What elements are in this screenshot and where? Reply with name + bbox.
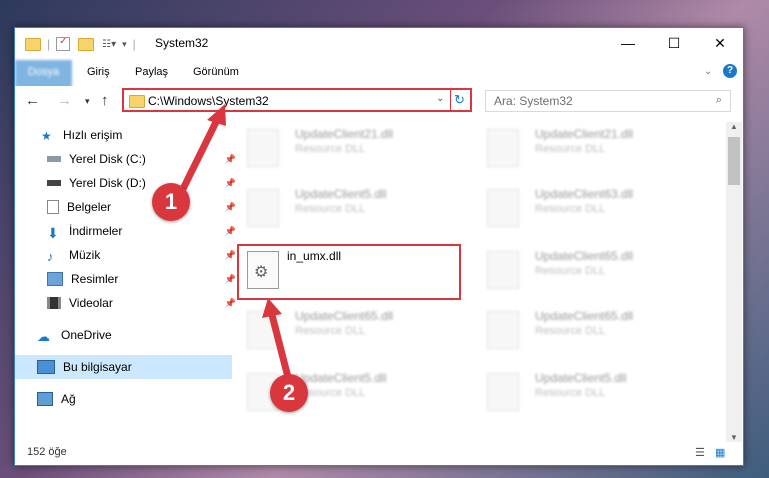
vertical-scrollbar[interactable]: ▲ ▼ [726, 122, 742, 442]
file-item[interactable]: UpdateClient5.dll Resource DLL [237, 367, 437, 417]
file-item[interactable]: UpdateClient21.dll Resource DLL [477, 123, 677, 173]
callout-1: 1 [152, 183, 190, 221]
folder-icon [25, 37, 41, 51]
file-item[interactable]: UpdateClient21.dll Resource DLL [237, 123, 437, 173]
back-arrow-icon[interactable]: ← [25, 92, 40, 109]
sidebar-item-network[interactable]: Ağ [15, 387, 232, 411]
pictures-icon [47, 272, 63, 286]
properties-icon[interactable]: ✓ [56, 36, 71, 51]
quick-access-toolbar: | ✓ ☷▾ ▾ | [25, 35, 142, 53]
download-icon: ⬇ [47, 225, 59, 241]
document-icon [47, 200, 59, 214]
expand-ribbon-icon[interactable]: ⌄ [704, 60, 712, 84]
tab-view[interactable]: Görünüm [193, 60, 239, 84]
status-bar: 152 öğe ☰ ▦ [15, 442, 743, 464]
drive-icon [47, 180, 61, 186]
search-icon[interactable]: ⌕ [716, 94, 722, 107]
up-arrow-icon[interactable]: ↑ [101, 92, 109, 109]
file-item[interactable]: UpdateClient63.dll Resource DLL [477, 183, 677, 233]
sidebar-item-videos[interactable]: Videolar 📌 [15, 291, 242, 315]
new-folder-icon[interactable] [78, 37, 95, 51]
sidebar-item-documents[interactable]: Belgeler 📌 [15, 195, 242, 219]
address-dropdown-icon[interactable]: ⌄ [436, 93, 444, 104]
star-icon: ★ [41, 129, 52, 143]
scroll-thumb[interactable] [728, 137, 740, 185]
network-icon [37, 392, 53, 406]
sidebar-item-music[interactable]: ♪ Müzik 📌 [15, 243, 242, 267]
highlight-box [237, 244, 461, 300]
scroll-down-icon[interactable]: ▼ [730, 433, 738, 442]
dll-file-icon [487, 251, 519, 289]
dll-file-icon [487, 311, 519, 349]
tab-home[interactable]: Giriş [87, 60, 110, 84]
window-title: System32 [155, 36, 209, 50]
dll-file-icon [247, 129, 279, 167]
item-count: 152 öğe [27, 446, 67, 458]
help-icon[interactable]: ? [723, 64, 737, 78]
videos-icon [47, 297, 61, 309]
dll-file-icon [487, 373, 519, 411]
details-view-icon[interactable]: ☰ [695, 446, 705, 459]
cloud-icon: ☁ [37, 329, 50, 344]
address-path[interactable]: C:\Windows\System32 [148, 94, 269, 108]
dll-file-icon [247, 189, 279, 227]
file-item[interactable]: UpdateClient65.dll Resource DLL [477, 245, 677, 295]
minimize-button[interactable]: — [605, 28, 651, 58]
file-item[interactable]: UpdateClient5.dll Resource DLL [237, 183, 437, 233]
ribbon-tabs: Dosya Giriş Paylaş Görünüm ⌄ ? [15, 60, 743, 110]
sidebar-item-onedrive[interactable]: ☁ OneDrive [15, 323, 232, 347]
file-item[interactable]: UpdateClient65.dll Resource DLL [477, 305, 677, 355]
navigation-bar: ← → ▾ ↑ C:\Windows\System32 ⌄ ↻ Ara: Sys… [15, 86, 743, 116]
dll-file-icon [487, 129, 519, 167]
close-button[interactable]: ✕ [697, 28, 743, 58]
file-item[interactable]: UpdateClient5.dll Resource DLL [477, 367, 677, 417]
sidebar-item-this-pc[interactable]: Bu bilgisayar [15, 355, 232, 379]
sidebar-item-local-disk-c[interactable]: Yerel Disk (C:) 📌 [15, 147, 242, 171]
address-folder-icon [129, 95, 145, 108]
callout-2: 2 [270, 374, 308, 412]
scroll-up-icon[interactable]: ▲ [730, 122, 738, 131]
title-separator: | [132, 37, 136, 51]
large-icons-view-icon[interactable]: ▦ [715, 446, 725, 459]
refresh-icon[interactable]: ↻ [454, 92, 465, 108]
drive-icon [47, 156, 61, 162]
address-bar[interactable]: C:\Windows\System32 ⌄ ↻ [122, 88, 472, 112]
search-input[interactable]: Ara: System32 [494, 94, 573, 108]
sidebar-item-downloads[interactable]: ⬇ İndirmeler 📌 [15, 219, 242, 243]
maximize-button[interactable]: ☐ [651, 28, 697, 58]
toolbar-separator: | [47, 37, 51, 51]
dropdown-arrow-icon[interactable]: ▾ [122, 39, 127, 50]
recent-locations-icon[interactable]: ▾ [85, 96, 90, 107]
file-item[interactable]: UpdateClient65.dll Resource DLL [237, 305, 437, 355]
dll-file-icon [247, 311, 279, 349]
customize-toolbar-icon[interactable]: ☷▾ [102, 39, 116, 50]
search-box[interactable]: Ara: System32 ⌕ [485, 90, 731, 112]
music-icon: ♪ [47, 249, 54, 264]
sidebar-item-pictures[interactable]: Resimler 📌 [15, 267, 242, 291]
forward-arrow-icon[interactable]: → [57, 92, 72, 109]
sidebar-item-local-disk-d[interactable]: Yerel Disk (D:) 📌 [15, 171, 242, 195]
navigation-pane: ★ Hızlı erişim Yerel Disk (C:) 📌 Yerel D… [15, 123, 236, 438]
tab-share[interactable]: Paylaş [135, 60, 168, 84]
title-bar: | ✓ ☷▾ ▾ | System32 — ☐ ✕ [15, 28, 743, 60]
computer-icon [37, 360, 55, 374]
address-divider [450, 88, 451, 112]
sidebar-item-quick-access[interactable]: ★ Hızlı erişim [15, 123, 236, 147]
explorer-window: | ✓ ☷▾ ▾ | System32 — ☐ ✕ Dosya Giriş Pa… [14, 27, 744, 466]
dll-file-icon [487, 189, 519, 227]
